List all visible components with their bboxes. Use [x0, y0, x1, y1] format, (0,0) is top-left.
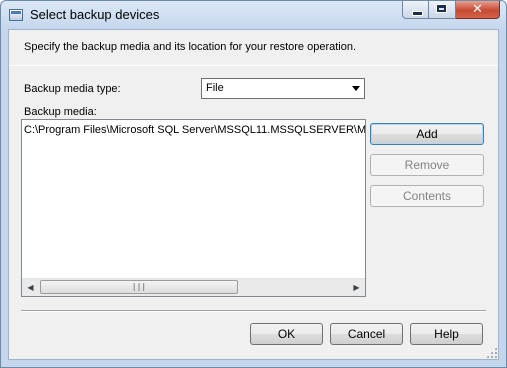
horizontal-scrollbar[interactable]: ◀ ||| ▶: [22, 278, 365, 296]
list-item[interactable]: C:\Program Files\Microsoft SQL Server\MS…: [24, 124, 365, 136]
dialog-window-icon: [9, 9, 23, 21]
caption-buttons: ✕: [402, 1, 500, 20]
title-bar[interactable]: Select backup devices ✕: [1, 1, 506, 29]
close-button[interactable]: ✕: [456, 1, 500, 19]
cancel-button[interactable]: Cancel: [330, 323, 403, 345]
ok-button[interactable]: OK: [250, 323, 323, 345]
window-title: Select backup devices: [30, 7, 160, 22]
media-type-dropdown[interactable]: File: [201, 78, 365, 99]
scroll-right-icon[interactable]: ▶: [348, 279, 365, 296]
contents-button[interactable]: Contents: [370, 185, 484, 207]
header-divider: [9, 65, 498, 66]
resize-grip-icon[interactable]: [486, 347, 497, 358]
help-button[interactable]: Help: [410, 323, 483, 345]
grip-icon: |||: [131, 282, 147, 291]
close-icon: ✕: [472, 2, 483, 17]
backup-media-list[interactable]: C:\Program Files\Microsoft SQL Server\MS…: [21, 119, 366, 297]
media-type-value: File: [206, 82, 224, 94]
minimize-button[interactable]: [402, 1, 429, 19]
media-type-label: Backup media type:: [24, 83, 121, 95]
scrollbar-thumb[interactable]: |||: [40, 280, 238, 294]
dialog-window: Select backup devices ✕ Specify the back…: [0, 0, 507, 368]
minimize-icon: [412, 11, 423, 16]
backup-media-label: Backup media:: [24, 106, 97, 118]
maximize-icon: [436, 4, 447, 13]
scroll-left-icon[interactable]: ◀: [22, 279, 39, 296]
footer-divider: [21, 310, 486, 312]
add-button[interactable]: Add: [370, 123, 484, 145]
chevron-down-icon: [352, 86, 360, 91]
dialog-client-area: Specify the backup media and its locatio…: [8, 29, 499, 360]
remove-button[interactable]: Remove: [370, 154, 484, 176]
dialog-description: Specify the backup media and its locatio…: [24, 41, 357, 53]
maximize-button[interactable]: [429, 1, 456, 19]
